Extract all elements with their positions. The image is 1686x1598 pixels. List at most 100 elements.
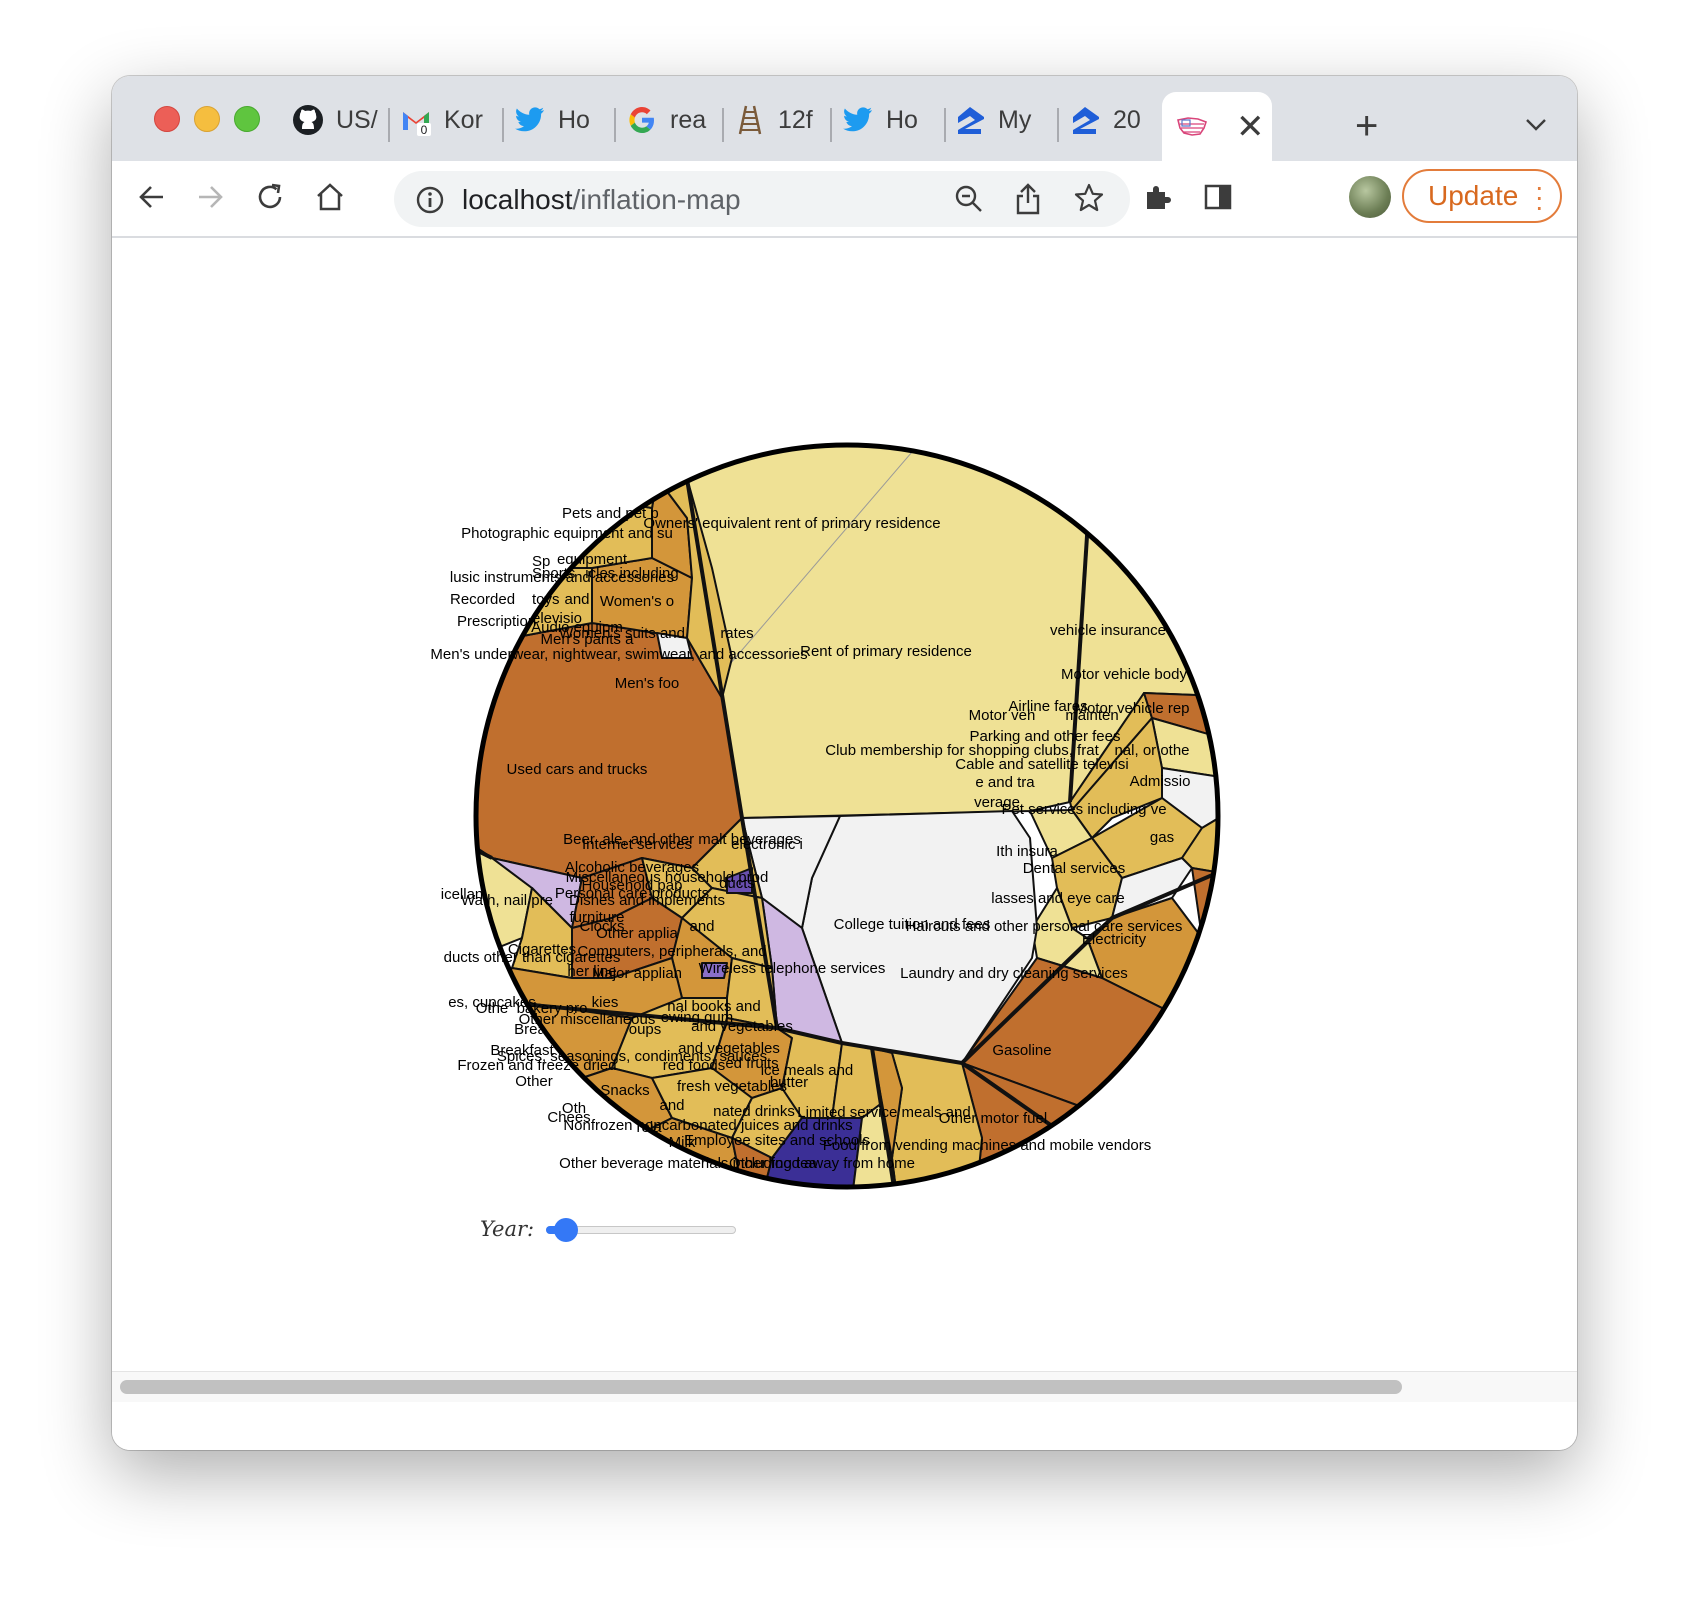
browser-toolbar: localhost/inflation-map Update · · · (112, 161, 1577, 238)
cell-label: electronic i (731, 836, 803, 853)
cell-label: and (689, 918, 714, 935)
tab-search-button[interactable] (1525, 108, 1547, 139)
cell-label: Wireless telephone services (699, 960, 886, 977)
page-content: Pets and pet p Owners' equivalent rent o… (112, 238, 1577, 1450)
cell-label: Recorded (450, 591, 515, 608)
bookmark-star-icon[interactable] (1074, 183, 1104, 218)
cell-label: Cable and satellite televisi (955, 756, 1128, 773)
update-label: Update (1428, 180, 1519, 211)
share-icon[interactable] (1014, 183, 1042, 220)
tab-ladder[interactable]: 12f (734, 92, 822, 148)
cell-label: Other motor fuel (939, 1110, 1047, 1127)
tab-label: Ho (558, 105, 590, 134)
tab-label: rea (670, 105, 707, 134)
tab-zillow-1[interactable]: My (954, 92, 1046, 148)
year-label: Year: (480, 1217, 535, 1241)
cell-label: mainten (1065, 707, 1118, 724)
zillow-icon (954, 104, 986, 136)
voronoi-cell (641, 447, 683, 479)
window-zoom-button[interactable] (234, 106, 260, 132)
tab-label: 20 (1113, 105, 1141, 134)
cell-label: Ith insura (996, 843, 1058, 860)
cell-label: ducts (719, 875, 755, 892)
window-minimize-button[interactable] (194, 106, 220, 132)
tab-label: Kor (444, 105, 483, 134)
cell-label: Frozen and freeze dried (457, 1057, 616, 1074)
new-tab-button[interactable]: + (1355, 104, 1378, 149)
cell-label: Women's o (600, 593, 674, 610)
cell-label: Othe (476, 1000, 509, 1017)
cell-label: red foods (663, 1057, 726, 1074)
tab-twitter-2[interactable]: Ho (842, 92, 932, 148)
cell-label: butter (770, 1074, 808, 1091)
cell-label: Used cars and trucks (507, 761, 648, 778)
window-close-button[interactable] (154, 106, 180, 132)
tab-separator (614, 108, 616, 142)
tab-github[interactable]: US/ (292, 92, 378, 148)
tab-gmail[interactable]: 0 Kor (400, 92, 492, 148)
cell-label: Major applian (592, 965, 682, 982)
cell-label: Dishes and implements (569, 892, 725, 909)
tab-twitter-1[interactable]: Ho (514, 92, 604, 148)
url-host: localhost (462, 184, 573, 215)
tab-google[interactable]: rea (626, 92, 712, 148)
cell-label: vehicle insurance (1050, 622, 1166, 639)
forward-button[interactable] (188, 175, 232, 219)
cell-label: and (564, 591, 589, 608)
profile-avatar[interactable] (1349, 176, 1391, 218)
url-path: /inflation-map (572, 184, 741, 215)
cell-label: Photographic equipment and su (461, 525, 673, 542)
cell-label: Men's underwear, nightwear, swimwear, an… (430, 646, 807, 663)
tab-separator (830, 108, 832, 142)
cell-label: rates (720, 625, 753, 642)
cell-label: Other food away from home (729, 1155, 915, 1172)
scrollbar-thumb[interactable] (120, 1380, 1402, 1394)
cell-label: Other (515, 1073, 553, 1090)
update-button[interactable]: Update · · · (1402, 169, 1562, 223)
side-panel-icon[interactable] (1196, 175, 1240, 219)
cell-label: Internet services (582, 836, 692, 853)
url-text[interactable]: localhost/inflation-map (462, 184, 741, 216)
cell-label: and vegetables (691, 1018, 793, 1035)
cell-label: Electricity (1082, 931, 1147, 948)
tab-label: Ho (886, 105, 918, 134)
browser-window: US/ 0 Kor Ho rea 12f Ho My 20 ✕ + localh… (112, 76, 1577, 1450)
tab-strip: US/ 0 Kor Ho rea 12f Ho My 20 ✕ + (112, 76, 1577, 161)
cell-label: furniture (569, 909, 624, 926)
cell-label: Gasoline (992, 1042, 1051, 1059)
home-button[interactable] (308, 175, 352, 219)
tab-inflation-map[interactable]: ✕ (1162, 92, 1272, 161)
horizontal-scrollbar[interactable] (112, 1371, 1577, 1402)
cell-label: Men's foo (615, 675, 680, 692)
back-button[interactable] (130, 175, 174, 219)
slider-thumb[interactable] (554, 1218, 579, 1242)
github-icon (292, 104, 324, 136)
reload-button[interactable] (248, 175, 292, 219)
cell-label: Food from vending machines and mobile ve… (823, 1137, 1152, 1154)
zoom-icon[interactable] (954, 184, 984, 219)
voronoi-cell (581, 457, 658, 509)
info-icon[interactable] (416, 186, 444, 219)
cell-label: kies (592, 994, 619, 1011)
twitter-icon (514, 104, 546, 136)
tab-separator (722, 108, 724, 142)
extensions-icon[interactable] (1136, 175, 1180, 219)
more-menu-icon[interactable]: · · · (1535, 173, 1544, 221)
tab-label: 12f (778, 105, 813, 134)
inflation-voronoi-map: Pets and pet p Owners' equivalent rent o… (430, 442, 1221, 1190)
cell-label: Dental services (1023, 860, 1126, 877)
cell-label: lusic instruments and accessories (450, 569, 674, 586)
close-tab-button[interactable]: ✕ (1236, 107, 1265, 147)
tab-separator (1057, 108, 1059, 142)
tab-zillow-2[interactable]: 20 (1069, 92, 1155, 148)
cell-label: Motor veh (969, 707, 1036, 724)
cell-label: e and tra (975, 774, 1035, 791)
cell-label: Milk (669, 1134, 696, 1151)
address-bar[interactable]: localhost/inflation-map (394, 171, 1130, 227)
cell-label: lasses and eye care (991, 890, 1124, 907)
cell-label: oups (629, 1021, 662, 1038)
year-slider[interactable] (546, 1216, 737, 1242)
cell-label: Snacks (600, 1082, 649, 1099)
cell-label: and (659, 1097, 684, 1114)
cell-label: Prescription (457, 613, 536, 630)
